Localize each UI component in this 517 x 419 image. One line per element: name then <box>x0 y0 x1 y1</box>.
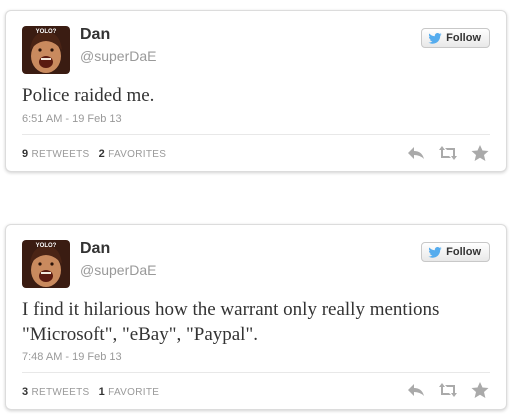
timestamp[interactable]: 6:51 AM - 19 Feb 13 <box>22 113 122 125</box>
tweet-text: I find it hilarious how the warrant only… <box>22 299 440 345</box>
tweet-actions <box>406 144 490 162</box>
retweet-icon[interactable] <box>438 144 458 162</box>
tweet-stats: 3 Retweets 1 Favorite <box>22 386 165 398</box>
favorite-label[interactable]: Favorites <box>108 149 166 160</box>
retweet-icon[interactable] <box>438 381 458 399</box>
reply-icon[interactable] <box>406 144 426 162</box>
favorite-count[interactable]: 1 <box>99 386 105 398</box>
follow-label: Follow <box>446 32 481 44</box>
twitter-bird-icon <box>428 32 442 44</box>
retweet-count[interactable]: 9 <box>22 148 28 160</box>
follow-button[interactable]: Follow <box>421 28 490 48</box>
retweet-label[interactable]: Retweets <box>32 387 90 398</box>
favorite-icon[interactable] <box>470 381 490 399</box>
twitter-bird-icon <box>428 246 442 258</box>
timestamp[interactable]: 7:48 AM - 19 Feb 13 <box>22 351 122 363</box>
svg-text:YOLO?: YOLO? <box>36 243 57 249</box>
retweet-label[interactable]: Retweets <box>32 149 90 160</box>
favorite-label[interactable]: Favorite <box>108 387 159 398</box>
tweet-card: YOLO? Dan @superDaE Follow I find it hil… <box>5 224 507 410</box>
user-handle[interactable]: @superDaE <box>80 262 156 278</box>
avatar[interactable]: YOLO? <box>22 240 70 288</box>
divider <box>22 372 490 373</box>
avatar[interactable]: YOLO? <box>22 26 70 74</box>
tweet-text: Police raided me. <box>22 85 155 106</box>
user-name[interactable]: Dan <box>80 26 110 44</box>
user-name[interactable]: Dan <box>80 240 110 258</box>
favorite-count[interactable]: 2 <box>99 148 105 160</box>
svg-text:YOLO?: YOLO? <box>36 29 57 35</box>
user-handle[interactable]: @superDaE <box>80 48 156 64</box>
retweet-count[interactable]: 3 <box>22 386 28 398</box>
favorite-icon[interactable] <box>470 144 490 162</box>
follow-label: Follow <box>446 246 481 258</box>
divider <box>22 134 490 135</box>
follow-button[interactable]: Follow <box>421 242 490 262</box>
tweet-actions <box>406 381 490 399</box>
tweet-card: YOLO? Dan @superDaE Follow Police raided… <box>5 10 507 172</box>
reply-icon[interactable] <box>406 381 426 399</box>
tweet-stats: 9 Retweets 2 Favorites <box>22 148 172 160</box>
